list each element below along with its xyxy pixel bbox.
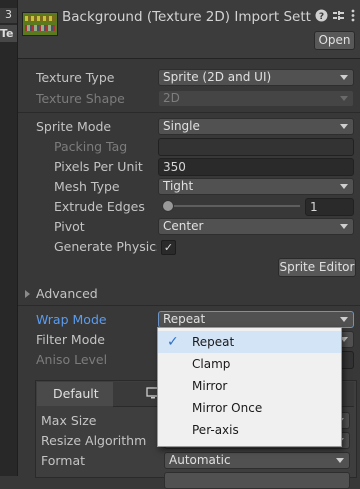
format-value: Automatic <box>169 453 231 467</box>
wrap-mode-dropdown[interactable]: Repeat <box>158 311 354 328</box>
menu-item-repeat[interactable]: ✓ Repeat <box>158 331 341 353</box>
left-tab-fragment[interactable]: 3 <box>0 8 17 23</box>
wrap-mode-menu: ✓ Repeat Clamp Mirror Mirror Once Per-ax… <box>157 327 342 447</box>
texture-type-value: Sprite (2D and UI) <box>163 70 272 84</box>
wrap-mode-value: Repeat <box>163 312 206 326</box>
generate-physics-shape-checkbox[interactable]: ✓ <box>161 240 176 255</box>
format-dropdown[interactable]: Automatic <box>164 452 350 469</box>
help-icon[interactable]: ? <box>314 9 328 23</box>
extrude-edges-slider-thumb[interactable] <box>162 200 174 212</box>
menu-item-label: Mirror Once <box>192 401 263 415</box>
left-label-fragment[interactable]: Te <box>0 25 17 42</box>
pixels-per-unit-field[interactable]: 350 <box>158 158 354 176</box>
mesh-type-label: Mesh Type <box>54 179 120 194</box>
left-panel-strip: 3 Te <box>0 0 17 476</box>
advanced-foldout-label[interactable]: Advanced <box>36 286 98 301</box>
format-label: Format <box>41 453 86 468</box>
packing-tag-label: Packing Tag <box>54 139 128 154</box>
pivot-value: Center <box>163 219 204 233</box>
menu-item-label: Repeat <box>192 335 235 349</box>
filter-mode-label: Filter Mode <box>36 332 105 347</box>
sprite-mode-dropdown[interactable]: Single <box>158 118 354 135</box>
resize-algorithm-label: Resize Algorithm <box>41 433 147 448</box>
menu-item-label: Mirror <box>192 379 228 393</box>
chevron-down-icon <box>340 224 348 229</box>
tab-default[interactable]: Default <box>37 382 114 406</box>
texture-type-label: Texture Type <box>36 70 115 85</box>
preset-icon[interactable] <box>331 9 345 23</box>
menu-item-label: Clamp <box>192 357 231 371</box>
menu-item-mirror[interactable]: Mirror <box>158 375 341 397</box>
pivot-dropdown[interactable]: Center <box>158 218 354 235</box>
menu-item-per-axis[interactable]: Per-axis <box>158 419 341 441</box>
open-button[interactable]: Open <box>314 31 355 50</box>
sprite-mode-value: Single <box>163 119 200 133</box>
extrude-edges-field[interactable]: 1 <box>305 198 354 216</box>
wrap-mode-label: Wrap Mode <box>36 312 107 327</box>
texture-shape-dropdown: 2D <box>158 90 354 107</box>
svg-text:?: ? <box>318 12 323 22</box>
texture-shape-value: 2D <box>163 91 180 105</box>
packing-tag-field <box>158 138 354 156</box>
texture-type-dropdown[interactable]: Sprite (2D and UI) <box>158 69 354 86</box>
chevron-down-icon <box>340 184 348 189</box>
chevron-down-icon <box>340 124 348 129</box>
chevron-down-icon <box>340 96 348 101</box>
menu-item-clamp[interactable]: Clamp <box>158 353 341 375</box>
extrude-edges-slider-track[interactable] <box>168 205 300 207</box>
sprite-editor-button[interactable]: Sprite Editor <box>278 258 356 277</box>
panel-divider[interactable] <box>17 0 18 476</box>
texture-shape-label: Texture Shape <box>36 91 125 106</box>
section-divider <box>18 112 360 113</box>
menu-item-mirror-once[interactable]: Mirror Once <box>158 397 341 419</box>
pixels-per-unit-label: Pixels Per Unit <box>54 159 143 174</box>
sprite-mode-label: Sprite Mode <box>36 119 112 134</box>
extrude-edges-label: Extrude Edges <box>54 199 145 214</box>
inspector-title: Background (Texture 2D) Import Settin <box>62 9 312 25</box>
chevron-down-icon <box>340 75 348 80</box>
aniso-level-label: Aniso Level <box>36 352 108 367</box>
pivot-label: Pivot <box>54 219 85 234</box>
max-size-label: Max Size <box>41 413 97 428</box>
mesh-type-dropdown[interactable]: Tight <box>158 178 354 195</box>
menu-item-label: Per-axis <box>192 423 239 437</box>
section-divider <box>18 305 360 306</box>
inspector-header: Background (Texture 2D) Import Settin ? … <box>18 0 360 59</box>
foldout-arrow-icon[interactable] <box>25 290 30 298</box>
kebab-menu-icon[interactable] <box>346 9 360 23</box>
check-icon: ✓ <box>167 334 179 350</box>
mesh-type-value: Tight <box>163 179 194 193</box>
compression-dropdown[interactable] <box>164 472 350 489</box>
texture-thumbnail <box>22 12 58 36</box>
chevron-down-icon <box>340 317 348 322</box>
generate-physics-shape-label: Generate Physics S <box>54 239 157 254</box>
chevron-down-icon <box>336 458 344 463</box>
